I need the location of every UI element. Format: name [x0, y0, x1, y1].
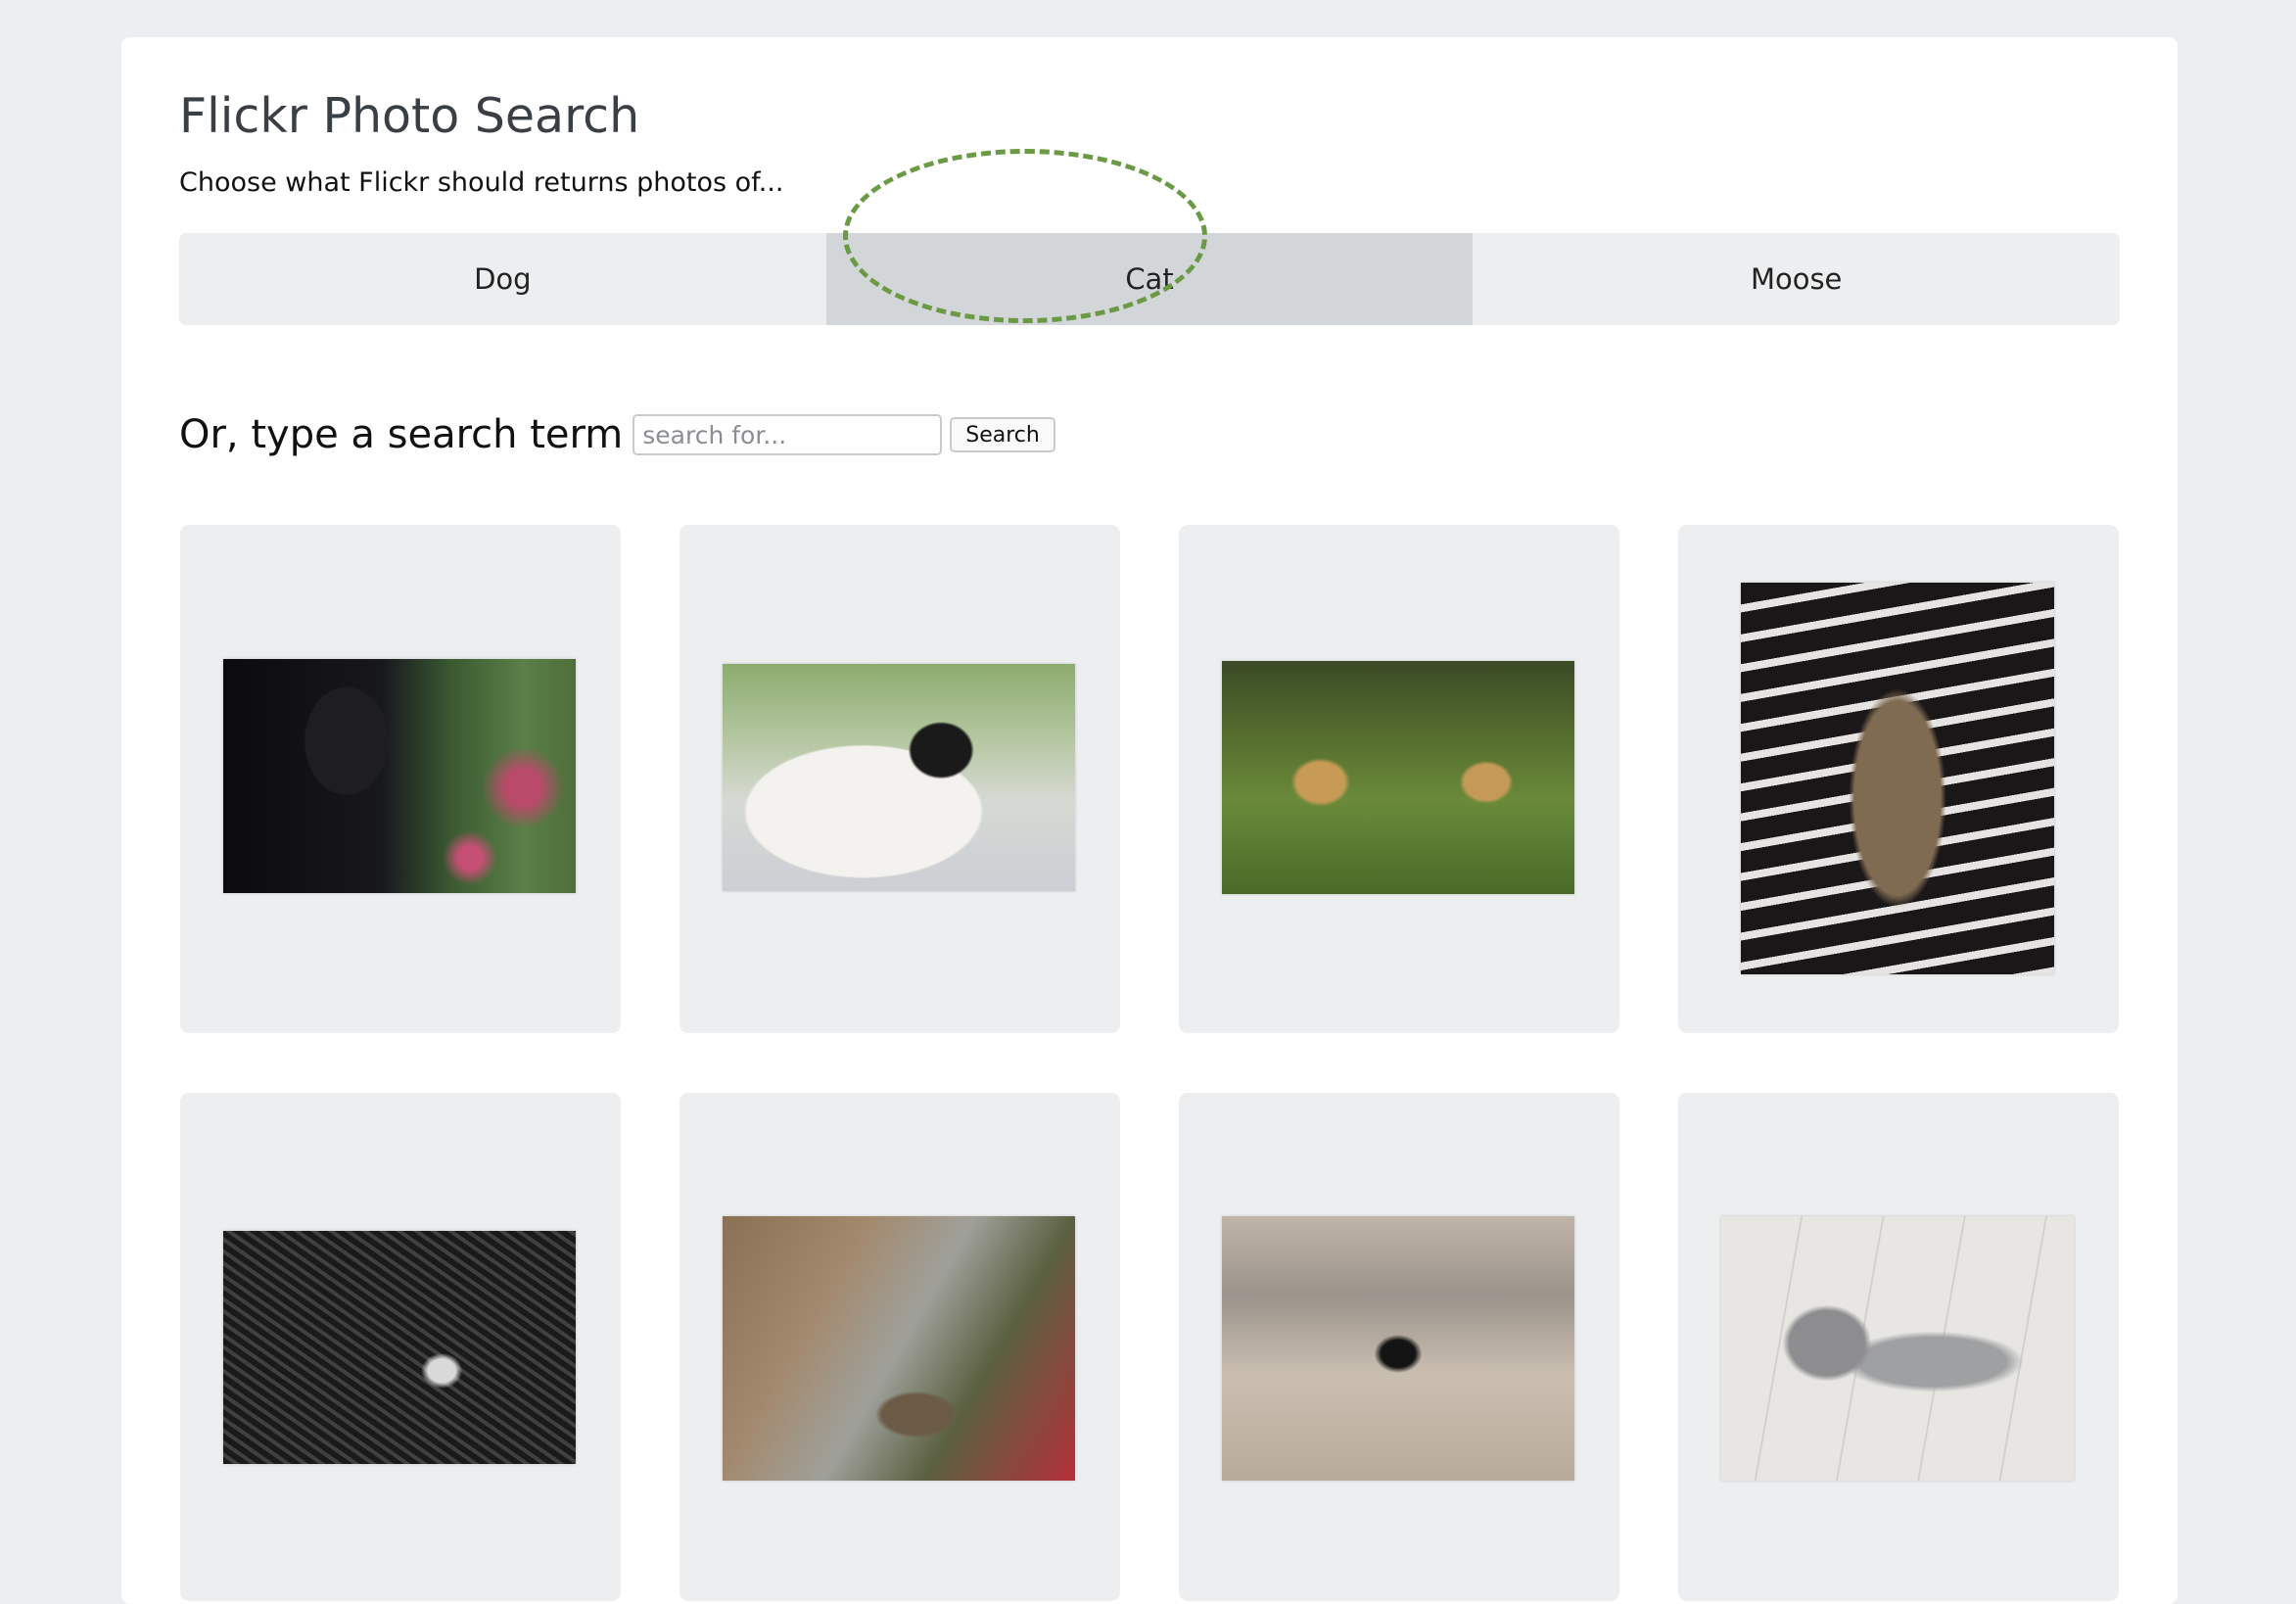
- photo-image[interactable]: [223, 1231, 576, 1464]
- tab-moose[interactable]: Moose: [1473, 233, 2120, 325]
- photo-image[interactable]: [1721, 1216, 2074, 1481]
- category-tabs: Dog Cat Moose: [179, 233, 2120, 325]
- photo-image[interactable]: [1222, 661, 1574, 894]
- photo-tile[interactable]: [1678, 525, 2119, 1033]
- photo-tile[interactable]: [679, 525, 1120, 1033]
- tab-dog[interactable]: Dog: [179, 233, 826, 325]
- photo-image[interactable]: [223, 659, 576, 893]
- photo-image[interactable]: [723, 664, 1075, 891]
- photo-image[interactable]: [723, 1216, 1075, 1481]
- search-label: Or, type a search term: [179, 412, 624, 457]
- photo-tile[interactable]: [180, 525, 621, 1033]
- search-row: Or, type a search term Search: [179, 410, 1055, 459]
- content-card: Flickr Photo Search Choose what Flickr s…: [121, 37, 2178, 1604]
- photo-tile[interactable]: [180, 1093, 621, 1601]
- photo-image[interactable]: [1741, 583, 2054, 974]
- search-button[interactable]: Search: [950, 417, 1055, 452]
- photo-tile[interactable]: [1678, 1093, 2119, 1601]
- photo-tile[interactable]: [679, 1093, 1120, 1601]
- page-subtitle: Choose what Flickr should returns photos…: [179, 167, 784, 198]
- search-input[interactable]: [633, 414, 943, 455]
- photo-tile[interactable]: [1179, 1093, 1619, 1601]
- tab-cat[interactable]: Cat: [825, 233, 1474, 325]
- photo-tile[interactable]: [1179, 525, 1619, 1033]
- photo-image[interactable]: [1222, 1216, 1574, 1481]
- page-title: Flickr Photo Search: [179, 88, 640, 144]
